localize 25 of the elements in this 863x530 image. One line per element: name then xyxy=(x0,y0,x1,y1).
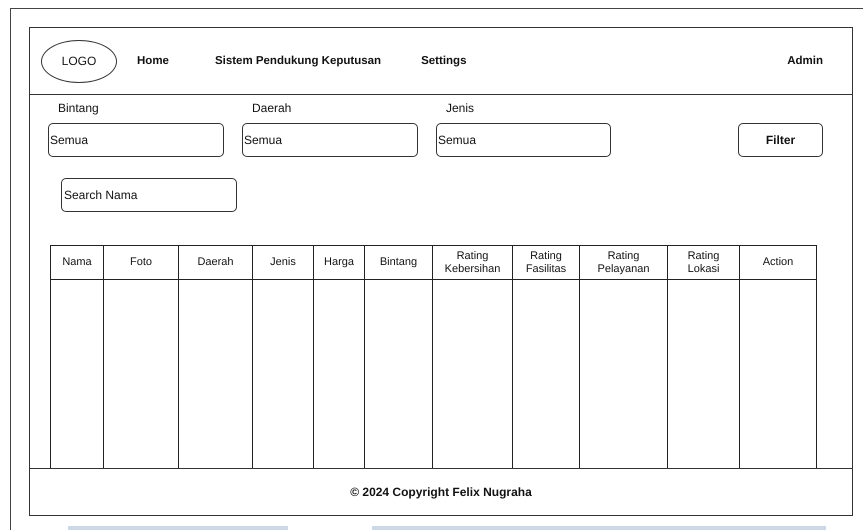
filter-label: Jenis xyxy=(446,101,476,115)
filter-dropdown[interactable]: Semua xyxy=(242,123,418,157)
column-header: Daerah xyxy=(179,246,253,279)
column-header: Harga xyxy=(314,246,365,279)
column-header: Bintang xyxy=(365,246,433,279)
column-header: Action xyxy=(740,246,817,279)
filter-label: Bintang xyxy=(58,101,100,115)
nav-link[interactable]: Sistem Pendukung Keputusan xyxy=(214,55,382,67)
copyright-text: © 2024 Copyright Felix Nugraha xyxy=(350,485,532,499)
filter-dropdown[interactable]: Semua xyxy=(436,123,611,157)
nav-link[interactable]: Settings xyxy=(421,55,466,67)
column-header: Rating Kebersihan xyxy=(433,246,513,279)
column-header: Rating Fasilitas xyxy=(513,246,580,279)
filter-dropdown[interactable]: Semua xyxy=(48,123,224,157)
column-header: Rating Pelayanan xyxy=(580,246,668,279)
filter-button[interactable]: Filter xyxy=(738,123,823,157)
column-header: Foto xyxy=(104,246,179,279)
nav-link[interactable]: Home xyxy=(137,55,169,67)
column-header: Rating Lokasi xyxy=(668,246,740,279)
filter-label: Daerah xyxy=(252,101,292,115)
column-header: Jenis xyxy=(253,246,314,279)
column-header: Nama xyxy=(51,246,104,279)
search-field[interactable]: Search Nama xyxy=(61,178,237,212)
user-link[interactable]: Admin xyxy=(787,55,823,67)
logo: LOGO xyxy=(41,40,117,82)
